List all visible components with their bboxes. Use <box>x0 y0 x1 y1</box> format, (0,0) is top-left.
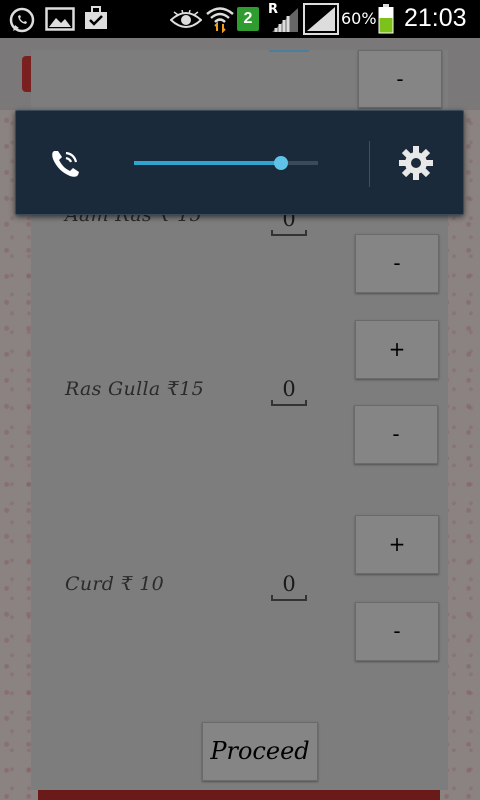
signal-icon <box>272 8 298 32</box>
quantity-field-ras-gulla[interactable]: 0 <box>271 374 307 406</box>
minus-button-curd[interactable]: - <box>355 602 439 661</box>
minus-button-aam-ras[interactable]: - <box>355 234 439 293</box>
minus-button-ras-gulla[interactable]: - <box>354 405 438 464</box>
settings-gear-icon[interactable] <box>398 145 434 181</box>
volume-panel <box>15 110 464 215</box>
status-bar: 2 R 60% 21:03 <box>0 0 480 38</box>
plus-button-curd[interactable]: + <box>355 515 439 574</box>
eye-icon <box>170 10 202 28</box>
data-badge: 2 <box>237 7 259 31</box>
quantity-field-curd[interactable]: 0 <box>271 569 307 601</box>
plus-button-ras-gulla[interactable]: + <box>355 320 439 379</box>
volume-slider-fill <box>134 161 282 165</box>
volume-divider <box>369 141 370 187</box>
volume-slider[interactable] <box>134 156 318 170</box>
battery-icon <box>378 4 394 34</box>
signal-strength-icon <box>303 3 339 35</box>
item-label-curd: Curd ₹ 10 <box>65 573 165 595</box>
top-qty-underline <box>269 50 309 52</box>
phone-ringtone-icon[interactable] <box>48 147 82 181</box>
whatsapp-icon <box>9 7 35 33</box>
briefcase-check-icon <box>85 6 107 29</box>
proceed-button[interactable]: Proceed <box>202 722 318 781</box>
item-label-ras-gulla: Ras Gulla ₹15 <box>65 378 204 400</box>
volume-slider-thumb[interactable] <box>274 156 289 170</box>
battery-percent: 60% <box>341 9 377 28</box>
gallery-icon <box>45 7 75 31</box>
clock: 21:03 <box>404 4 467 32</box>
top-minus-button[interactable]: - <box>358 50 442 108</box>
wifi-icon <box>206 7 234 33</box>
